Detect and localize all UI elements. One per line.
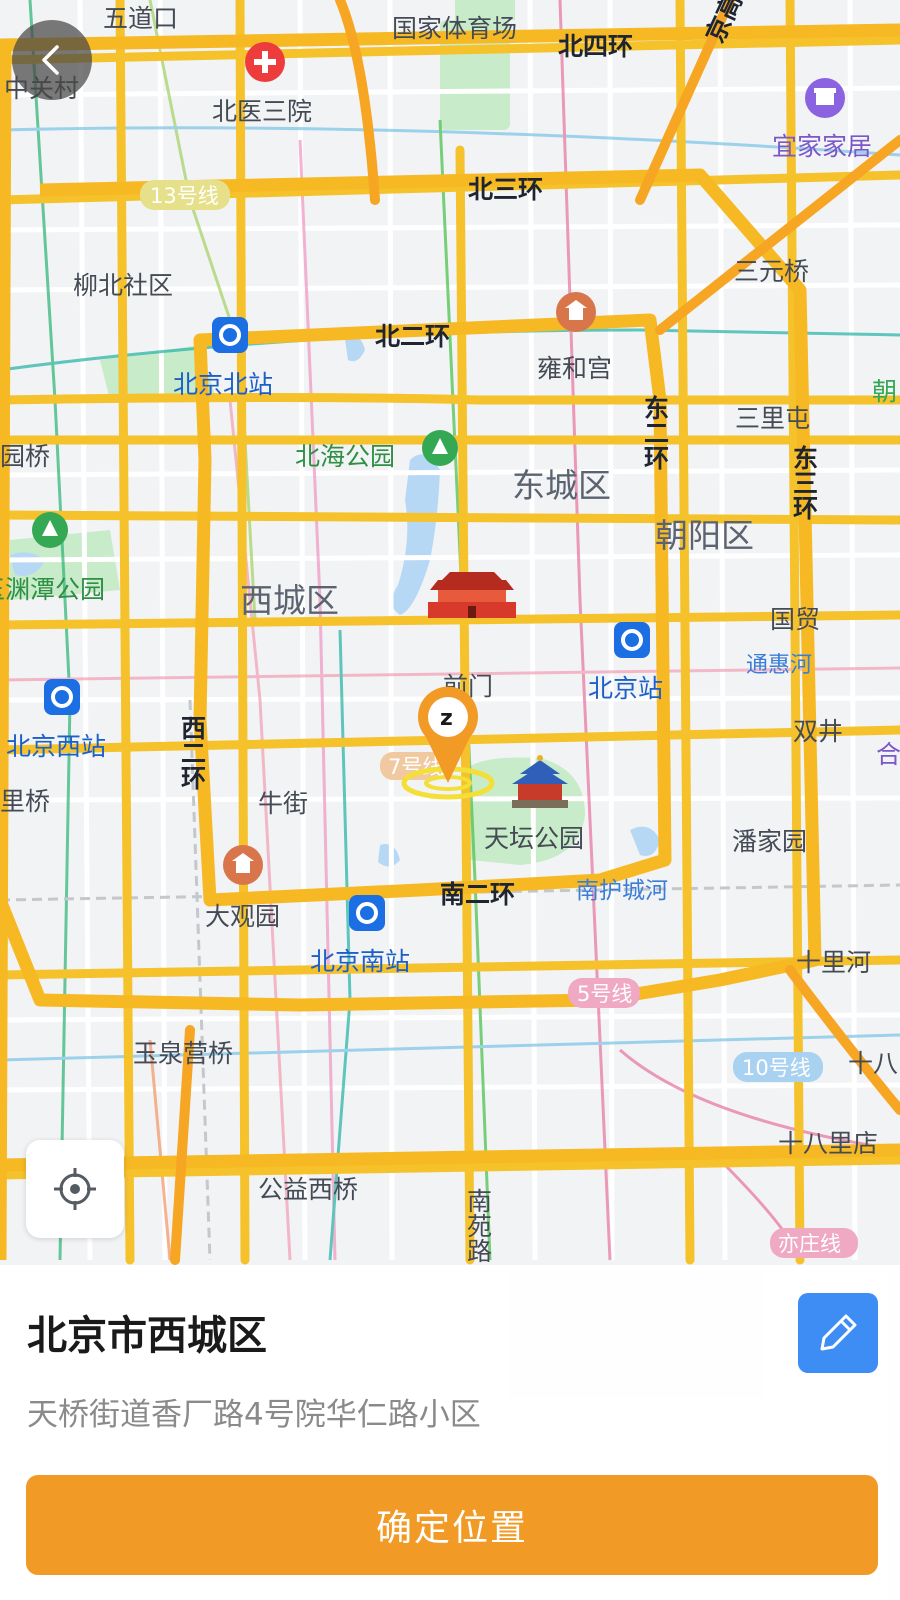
- address-panel: 北京市西城区 天桥街道香厂路4号院华仁路小区 确定位置: [0, 1265, 900, 1600]
- label-guojiatiyuchang: 国家体育场: [392, 14, 517, 43]
- label-panjiayuan: 潘家园: [732, 827, 807, 856]
- hospital-icon: [245, 42, 285, 82]
- label-shuangjing: 双井: [793, 717, 843, 746]
- shopping-icon: [805, 78, 845, 118]
- label-shilihe: 十里河: [796, 948, 871, 977]
- label-xichengqu: 西城区: [240, 581, 339, 620]
- crosshair-icon: [54, 1168, 96, 1210]
- svg-text:z: z: [440, 706, 453, 731]
- label-guoqiao-partial: 园桥: [0, 442, 50, 471]
- metro-line-10-badge: 10号线: [733, 1052, 823, 1082]
- confirm-location-button[interactable]: 确定位置: [26, 1475, 878, 1575]
- label-guomao: 国贸: [770, 605, 820, 634]
- label-line10: 10号线: [742, 1056, 811, 1080]
- label-nanhuchenghe: 南护城河: [576, 878, 668, 904]
- label-chaoyang-partial: 朝: [872, 377, 897, 406]
- label-line5: 5号线: [577, 982, 632, 1006]
- label-daguanyuan: 大观园: [205, 902, 280, 931]
- metro-line-5-badge: 5号线: [568, 978, 640, 1008]
- label-yizhuangxian: 亦庄线: [778, 1232, 841, 1256]
- label-beijingbeizhan: 北京北站: [173, 370, 273, 399]
- address-detail: 天桥街道香厂路4号院华仁路小区: [27, 1397, 481, 1433]
- label-liubeishequ: 柳北社区: [73, 271, 173, 300]
- label-beijingxizhan: 北京西站: [6, 732, 106, 761]
- locate-me-button[interactable]: [26, 1140, 124, 1238]
- label-gongyixiqiao: 公益西桥: [258, 1175, 358, 1204]
- label-yonghegong: 雍和宫: [537, 354, 612, 383]
- address-title: 北京市西城区: [27, 1313, 267, 1359]
- edit-pencil-icon: [820, 1314, 857, 1351]
- label-yuyuantan-partial: 玉渊潭公园: [0, 575, 105, 604]
- label-tiantangongyuan: 天坛公园: [484, 824, 584, 853]
- label-beiyisanyuan: 北医三院: [212, 97, 312, 126]
- label-liqiao-partial: 里桥: [0, 787, 50, 816]
- label-he-partial: 合: [876, 740, 900, 769]
- label-beisihuan: 北四环: [558, 32, 633, 61]
- label-sanyuanqiao: 三元桥: [734, 257, 809, 286]
- temple-icon: [556, 292, 596, 332]
- label-yuquanyingqiao: 玉泉营桥: [133, 1039, 233, 1068]
- label-shiba-partial: 十八: [848, 1049, 898, 1078]
- label-beihaigongyuan: 北海公园: [295, 442, 395, 471]
- label-beisanhuan: 北三环: [468, 175, 543, 204]
- back-button[interactable]: [12, 20, 92, 100]
- label-beijingnanzhan: 北京南站: [310, 947, 410, 976]
- label-beierhuan: 北二环: [375, 322, 450, 351]
- label-dongerhuan: 东二环: [641, 394, 670, 470]
- museum-icon: [223, 845, 263, 885]
- label-nanyuanlu: 南苑路: [464, 1188, 493, 1263]
- edit-address-button[interactable]: [798, 1293, 878, 1373]
- label-line13: 13号线: [150, 184, 219, 208]
- label-nanerhuan: 南二环: [440, 880, 515, 909]
- label-wudaokou: 五道口: [103, 4, 178, 33]
- metro-line-yizhuang-badge: 亦庄线: [770, 1228, 858, 1258]
- label-shibalidian: 十八里店: [778, 1129, 878, 1158]
- label-sanlitun: 三里屯: [735, 404, 810, 433]
- label-yijiajiaju: 宜家家居: [772, 132, 872, 161]
- chevron-left-icon: [42, 45, 59, 75]
- label-chaoyangqu: 朝阳区: [655, 516, 754, 555]
- label-beijingzhan: 北京站: [588, 674, 663, 703]
- label-tonghuihe: 通惠河: [746, 653, 812, 678]
- metro-line-13-badge: 13号线: [140, 180, 230, 210]
- label-xierhuan: 西二环: [178, 715, 207, 790]
- label-niujie: 牛街: [258, 789, 308, 818]
- label-dongchengqu: 东城区: [512, 466, 611, 505]
- label-dongsanhuan: 东三环: [790, 444, 819, 520]
